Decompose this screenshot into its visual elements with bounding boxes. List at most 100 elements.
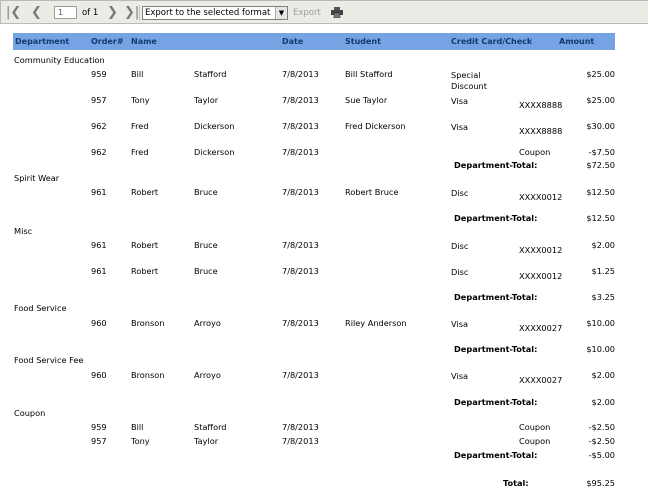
- print-icon[interactable]: [331, 7, 343, 18]
- department-name: Food Service: [14, 303, 67, 313]
- amount: -$2.50: [588, 436, 615, 446]
- amount: $2.00: [591, 240, 615, 250]
- order-number: 957: [91, 436, 107, 446]
- toolbar-divider: [139, 5, 140, 21]
- coupon-label: Coupon: [519, 147, 551, 157]
- first-name: Bronson: [131, 318, 165, 328]
- order-number: 961: [91, 266, 107, 276]
- first-name: Fred: [131, 147, 149, 157]
- last-name: Bruce: [194, 240, 218, 250]
- coupon-label: Coupon: [519, 436, 551, 446]
- order-date: 7/8/2013: [282, 240, 319, 250]
- next-page-icon[interactable]: ❯: [107, 1, 118, 25]
- last-name: Dickerson: [194, 147, 235, 157]
- department-total-label: Department-Total:: [454, 397, 538, 407]
- first-name: Bill: [131, 422, 144, 432]
- department-total-label: Department-Total:: [454, 292, 538, 302]
- order-date: 7/8/2013: [282, 69, 319, 79]
- payment-type: Visa: [451, 96, 468, 106]
- header-order: Order#: [91, 37, 124, 46]
- department-total-label: Department-Total:: [454, 160, 538, 170]
- header-date: Date: [282, 37, 304, 46]
- amount: $10.00: [586, 318, 615, 328]
- order-number: 960: [91, 370, 107, 380]
- report-header-row: Department Order# Name Date Student Cred…: [13, 33, 615, 50]
- order-number: 962: [91, 121, 107, 131]
- page-number-input[interactable]: 1: [54, 6, 77, 19]
- grand-total-label: Total:: [503, 478, 529, 488]
- order-number: 960: [91, 318, 107, 328]
- amount: $1.25: [591, 266, 615, 276]
- department-total-label: Department-Total:: [454, 344, 538, 354]
- amount: $12.50: [586, 187, 615, 197]
- last-name: Dickerson: [194, 121, 235, 131]
- payment-type: Visa: [451, 122, 468, 132]
- first-name: Bill: [131, 69, 144, 79]
- last-name: Taylor: [194, 436, 219, 446]
- payment-type: Special: [451, 70, 481, 80]
- last-name: Stafford: [194, 422, 227, 432]
- last-name: Bruce: [194, 187, 218, 197]
- department-name: Food Service Fee: [14, 355, 84, 365]
- order-date: 7/8/2013: [282, 121, 319, 131]
- amount: -$2.50: [588, 422, 615, 432]
- student-name: Fred Dickerson: [345, 121, 406, 131]
- payment-type: Disc: [451, 241, 469, 251]
- order-date: 7/8/2013: [282, 436, 319, 446]
- first-name: Fred: [131, 121, 149, 131]
- department-name: Coupon: [14, 408, 46, 418]
- order-number: 962: [91, 147, 107, 157]
- payment-type: Visa: [451, 371, 468, 381]
- export-format-value: Export to the selected format: [145, 8, 271, 18]
- first-name: Bronson: [131, 370, 165, 380]
- header-student: Student: [345, 37, 381, 46]
- first-name: Robert: [131, 240, 159, 250]
- order-date: 7/8/2013: [282, 318, 319, 328]
- student-name: Robert Bruce: [345, 187, 399, 197]
- department-name: Spirit Wear: [14, 173, 60, 183]
- amount: -$7.50: [588, 147, 615, 157]
- order-number: 959: [91, 69, 107, 79]
- prev-page-icon[interactable]: ❮: [31, 1, 42, 25]
- department-name: Community Education: [14, 55, 105, 65]
- coupon-label: Coupon: [519, 422, 551, 432]
- last-name: Stafford: [194, 69, 227, 79]
- last-name: Arroyo: [194, 318, 221, 328]
- export-format-select[interactable]: Export to the selected format ▼: [142, 6, 288, 20]
- dropdown-arrow-icon[interactable]: ▼: [275, 7, 287, 19]
- department-total: $72.50: [586, 160, 615, 170]
- department-total: -$5.00: [588, 450, 615, 460]
- order-number: 959: [91, 422, 107, 432]
- student-name: Bill Stafford: [345, 69, 393, 79]
- first-name: Robert: [131, 187, 159, 197]
- department-total: $12.50: [586, 213, 615, 223]
- order-date: 7/8/2013: [282, 422, 319, 432]
- first-page-icon[interactable]: |❮: [6, 1, 21, 25]
- amount: $25.00: [586, 69, 615, 79]
- header-name: Name: [131, 37, 157, 46]
- first-name: Tony: [131, 436, 150, 446]
- payment-type: Disc: [451, 188, 469, 198]
- amount: $30.00: [586, 121, 615, 131]
- order-date: 7/8/2013: [282, 187, 319, 197]
- payment-type-line2: Discount: [451, 81, 487, 91]
- page-count: of 1: [82, 8, 99, 18]
- order-date: 7/8/2013: [282, 370, 319, 380]
- department-total-label: Department-Total:: [454, 450, 538, 460]
- department-total: $3.25: [591, 292, 615, 302]
- student-name: Riley Anderson: [345, 318, 407, 328]
- amount: $25.00: [586, 95, 615, 105]
- export-button[interactable]: Export: [293, 1, 321, 25]
- last-name: Arroyo: [194, 370, 221, 380]
- department-total-label: Department-Total:: [454, 213, 538, 223]
- last-name: Bruce: [194, 266, 218, 276]
- department-name: Misc: [14, 226, 33, 236]
- header-department: Department: [15, 37, 70, 46]
- last-page-icon[interactable]: ❯|: [124, 1, 139, 25]
- payment-type: Disc: [451, 267, 469, 277]
- department-total: $2.00: [591, 397, 615, 407]
- order-date: 7/8/2013: [282, 95, 319, 105]
- order-date: 7/8/2013: [282, 266, 319, 276]
- grand-total: $95.25: [586, 478, 615, 488]
- first-name: Robert: [131, 266, 159, 276]
